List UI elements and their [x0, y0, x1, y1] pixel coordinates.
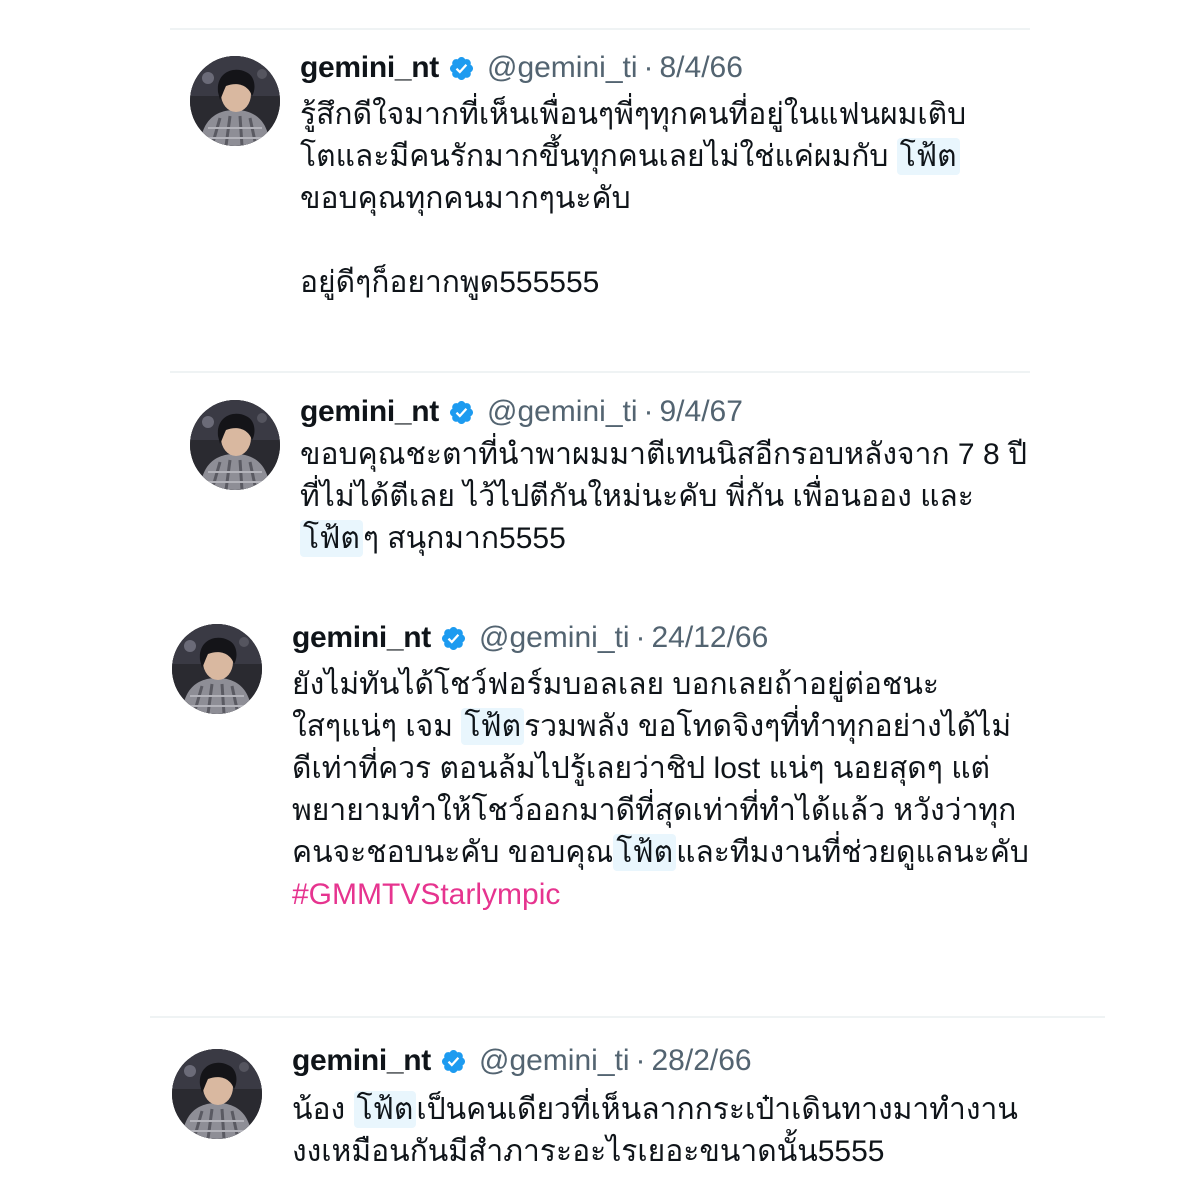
tweet-text-line: โตและมีคนรักมากขึ้นทุกคนเลยไม่ใช่แค่ผมกั… [300, 136, 966, 178]
text-segment: เป็นคนเดียวที่เห็นลากกระเป๋าเดินทางมาทำง… [416, 1093, 1018, 1126]
text-segment: อยู่ดีๆก็อยากพูด555555 [300, 266, 600, 299]
tweet-card[interactable]: gemini_nt @gemini_ti · 24/12/66 ยังไม่ทั… [0, 600, 1200, 980]
tweet-text-line: ขอบคุณชะตาที่นำพาผมมาตีเทนนิสอีกรอบหลังจ… [300, 434, 1027, 476]
tweet-date[interactable]: 8/4/66 [660, 50, 743, 86]
avatar[interactable] [172, 1049, 262, 1139]
separator-dot: · [635, 1044, 646, 1077]
tweet-date[interactable]: 28/2/66 [652, 1043, 752, 1079]
hashtag-link[interactable]: #GMMTVStarlympic [292, 878, 560, 911]
display-name[interactable]: gemini_nt [300, 50, 439, 86]
user-handle[interactable]: @gemini_ti [487, 394, 638, 430]
text-segment: ขอบคุณทุกคนมากๆนะคับ [300, 182, 631, 215]
text-segment: คนจะชอบนะคับ ขอบคุณ [292, 836, 614, 869]
text-segment: ใสๆแน่ๆ เจม [292, 710, 462, 743]
display-name[interactable]: gemini_nt [292, 1043, 431, 1079]
highlighted-mention: โฟ้ต [461, 708, 525, 745]
avatar[interactable] [190, 56, 280, 146]
tweet-text-line: รู้สึกดีใจมากที่เห็นเพื่อนๆพี่ๆทุกคนที่อ… [300, 94, 966, 136]
tweet-date[interactable]: 24/12/66 [652, 620, 769, 656]
separator-dot: · [635, 621, 646, 654]
text-segment: และทีมงานที่ช่วยดูแลนะคับ [676, 836, 1029, 869]
separator-dot: · [643, 51, 654, 84]
verified-badge-icon [440, 1048, 467, 1075]
text-segment: ที่ไม่ได้ตีเลย ไว้ไปตีกันใหม่นะคับ พี่กั… [300, 480, 974, 513]
tweet-text-line: อยู่ดีๆก็อยากพูด555555 [300, 262, 966, 304]
user-handle[interactable]: @gemini_ti [487, 50, 638, 86]
tweet-text-line: ที่ไม่ได้ตีเลย ไว้ไปตีกันใหม่นะคับ พี่กั… [300, 476, 1027, 518]
text-segment: พยายามทำให้โชว์ออกมาดีที่สุดเท่าที่ทำได้… [292, 794, 1017, 827]
verified-badge-icon [448, 55, 475, 82]
tweet-text: ยังไม่ทันได้โชว์ฟอร์มบอลเลย บอกเลยถ้าอยู… [292, 664, 1029, 916]
tweet-card[interactable]: gemini_nt @gemini_ti · 9/4/67 ขอบคุณชะตา… [0, 372, 1200, 582]
tweet-text-line: โฟ้ตๆ สนุกมาก5555 [300, 518, 1027, 560]
user-handle[interactable]: @gemini_ti [479, 620, 630, 656]
tweet-text-line [300, 220, 966, 262]
avatar[interactable] [190, 400, 280, 490]
text-segment: ยังไม่ทันได้โชว์ฟอร์มบอลเลย บอกเลยถ้าอยู… [292, 668, 939, 701]
user-handle[interactable]: @gemini_ti [479, 1043, 630, 1079]
avatar[interactable] [172, 624, 262, 714]
text-segment: น้อง [292, 1093, 354, 1126]
text-segment: รู้สึกดีใจมากที่เห็นเพื่อนๆพี่ๆทุกคนที่อ… [300, 98, 967, 131]
text-segment: โตและมีคนรักมากขึ้นทุกคนเลยไม่ใช่แค่ผมกั… [300, 140, 897, 173]
tweet-header: gemini_nt @gemini_ti · 8/4/66 [300, 50, 743, 86]
tweet-text-line: น้อง โฟ้ต เป็นคนเดียวที่เห็นลากกระเป๋าเดิ… [292, 1089, 1018, 1131]
highlighted-mention: โฟ้ต [300, 520, 363, 557]
tweet-text-line: งงเหมือนกันมีสำภาระอะไรเยอะขนาดนั้น5555 [292, 1131, 1018, 1173]
tweet-card[interactable]: gemini_nt @gemini_ti · 28/2/66 น้อง โฟ้ต… [0, 1017, 1200, 1200]
tweet-card[interactable]: gemini_nt @gemini_ti · 8/4/66 รู้สึกดีใจ… [0, 0, 1200, 340]
display-name[interactable]: gemini_nt [300, 394, 439, 430]
highlighted-mention: โฟ้ต [896, 138, 960, 175]
text-segment: ขอบคุณชะตาที่นำพาผมมาตีเทนนิสอีกรอบหลังจ… [300, 438, 1028, 471]
tweet-text-line: คนจะชอบนะคับ ขอบคุณ โฟ้ต และทีมงานที่ช่วยด… [292, 832, 1029, 874]
tweet-text-line: พยายามทำให้โชว์ออกมาดีที่สุดเท่าที่ทำได้… [292, 790, 1029, 832]
tweet-text-line: ยังไม่ทันได้โชว์ฟอร์มบอลเลย บอกเลยถ้าอยู… [292, 664, 1029, 706]
verified-badge-icon [448, 399, 475, 426]
tweet-text: รู้สึกดีใจมากที่เห็นเพื่อนๆพี่ๆทุกคนที่อ… [300, 94, 966, 304]
display-name[interactable]: gemini_nt [292, 620, 431, 656]
text-segment: รวมพลัง ขอโทดจิงๆที่ทำทุกอย่างได้ไม่ [524, 710, 1012, 743]
tweet-text-line: #GMMTVStarlympic [292, 874, 1029, 916]
highlighted-mention: โฟ้ต [613, 834, 677, 871]
tweet-text: ขอบคุณชะตาที่นำพาผมมาตีเทนนิสอีกรอบหลังจ… [300, 434, 1027, 560]
tweet-header: gemini_nt @gemini_ti · 28/2/66 [292, 1043, 752, 1079]
tweet-date[interactable]: 9/4/67 [660, 394, 743, 430]
tweet-text: น้อง โฟ้ต เป็นคนเดียวที่เห็นลากกระเป๋าเดิ… [292, 1089, 1018, 1173]
tweet-text-line: ดีเท่าที่ควร ตอนล้มไปรู้เลยว่าชิป lost แ… [292, 748, 1029, 790]
text-segment: งงเหมือนกันมีสำภาระอะไรเยอะขนาดนั้น5555 [292, 1135, 885, 1168]
text-segment: ดีเท่าที่ควร ตอนล้มไปรู้เลยว่าชิป lost แ… [292, 752, 991, 785]
separator-dot: · [643, 395, 654, 428]
highlighted-mention: โฟ้ต [353, 1091, 417, 1128]
verified-badge-icon [440, 625, 467, 652]
text-segment: ๆ สนุกมาก5555 [362, 522, 566, 555]
tweet-text-line: ใสๆแน่ๆ เจม โฟ้ต รวมพลัง ขอโทดจิงๆที่ทำทุ… [292, 706, 1029, 748]
tweet-header: gemini_nt @gemini_ti · 24/12/66 [292, 620, 768, 656]
tweet-header: gemini_nt @gemini_ti · 9/4/67 [300, 394, 743, 430]
tweet-text-line: ขอบคุณทุกคนมากๆนะคับ [300, 178, 966, 220]
